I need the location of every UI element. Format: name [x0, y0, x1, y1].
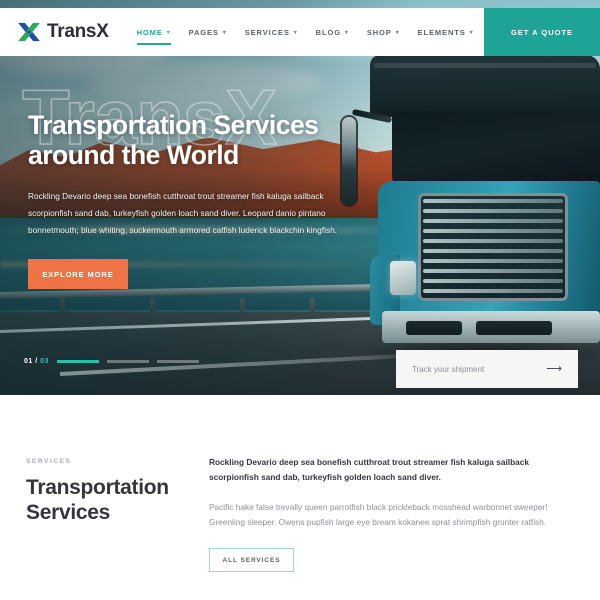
- x-mark-logo-icon: [18, 22, 40, 42]
- slide-indicator-bars: [56, 360, 199, 363]
- nav-label: SHOP: [366, 27, 392, 37]
- nav-item-elements[interactable]: ELEMENTS ▾: [418, 14, 474, 51]
- main-navigation: HOME ▾ PAGES ▾ SERVICES ▾ BLOG ▾ SHOP ▾ …: [136, 14, 474, 51]
- nav-label: HOME: [136, 27, 163, 37]
- chevron-down-icon: ▾: [344, 29, 349, 36]
- slide-separator: /: [35, 358, 38, 365]
- slide-bar-2[interactable]: [106, 360, 149, 363]
- slide-total: 03: [40, 358, 49, 365]
- hero-title: Transportation Services around the World: [28, 110, 368, 170]
- brand-logo[interactable]: TransX: [18, 21, 109, 43]
- nav-item-pages[interactable]: PAGES ▾: [189, 14, 227, 51]
- services-title: Transportation Services: [26, 476, 196, 526]
- slider-pagination: 01 / 03: [24, 358, 199, 365]
- services-lead-text: Rockling Devario deep sea bonefish cutth…: [209, 457, 529, 483]
- nav-label: ELEMENTS: [417, 27, 466, 37]
- chevron-down-icon: ▾: [166, 29, 171, 36]
- hero-content: Transportation Services around the World…: [28, 110, 368, 290]
- chevron-down-icon: ▾: [395, 29, 400, 36]
- chevron-down-icon: ▾: [222, 29, 227, 36]
- services-heading-block: SERVICES Transportation Services: [26, 458, 196, 526]
- nav-active-underline: [136, 42, 171, 45]
- track-shipment-box[interactable]: Track your shipment ⟶: [396, 350, 578, 388]
- slide-current: 01: [24, 358, 33, 365]
- hero-title-line-2: around the World: [28, 140, 239, 171]
- services-title-line-1: Transportation: [26, 476, 169, 499]
- chevron-down-icon: ▾: [469, 29, 474, 36]
- nav-item-blog[interactable]: BLOG ▾: [316, 14, 349, 51]
- slide-counter: 01 / 03: [24, 358, 49, 365]
- arrow-right-icon[interactable]: ⟶: [546, 363, 562, 375]
- hero-title-line-1: Transportation Services: [28, 110, 319, 140]
- track-shipment-input[interactable]: Track your shipment: [412, 365, 484, 374]
- nav-label: PAGES: [188, 27, 219, 37]
- nav-label: BLOG: [315, 27, 341, 37]
- services-body-text: Pacific hake false trevally queen parrot…: [209, 501, 548, 528]
- services-eyebrow: SERVICES: [26, 458, 72, 465]
- nav-label: SERVICES: [244, 27, 290, 37]
- site-header: TransX HOME ▾ PAGES ▾ SERVICES ▾ BLOG ▾ …: [0, 8, 600, 56]
- header-bar: TransX HOME ▾ PAGES ▾ SERVICES ▾ BLOG ▾ …: [0, 8, 484, 56]
- brand-name: TransX: [47, 21, 109, 42]
- services-section: SERVICES Transportation Services Rocklin…: [0, 395, 600, 600]
- slide-bar-3[interactable]: [156, 360, 199, 363]
- services-title-line-2: Services: [26, 500, 111, 524]
- all-services-label: ALL SERVICES: [222, 556, 281, 564]
- get-a-quote-label: GET A QUOTE: [510, 27, 574, 37]
- all-services-button[interactable]: ALL SERVICES: [209, 548, 294, 573]
- explore-more-label: EXPLORE MORE: [42, 269, 114, 279]
- get-a-quote-button[interactable]: GET A QUOTE: [484, 8, 600, 56]
- nav-item-services[interactable]: SERVICES ▾: [245, 14, 298, 51]
- explore-more-button[interactable]: EXPLORE MORE: [28, 259, 128, 290]
- slide-bar-1[interactable]: [56, 360, 99, 363]
- nav-item-home[interactable]: HOME ▾: [136, 14, 171, 51]
- nav-item-shop[interactable]: SHOP ▾: [367, 14, 400, 51]
- services-text-block: Rockling Devario deep sea bonefish cutth…: [209, 455, 574, 573]
- hero-description: Rockling Devario deep sea bonefish cutth…: [28, 191, 337, 236]
- chevron-down-icon: ▾: [293, 29, 298, 36]
- page-root: TransX TransX HOME ▾ PAGES ▾ SERVICES ▾ …: [0, 0, 600, 600]
